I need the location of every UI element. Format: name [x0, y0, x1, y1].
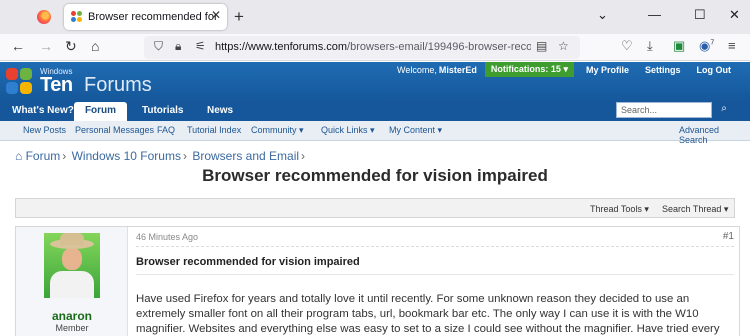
tenforums-logo[interactable]: Windows Ten Forums: [4, 64, 164, 102]
divider: [136, 274, 734, 275]
post-title: Browser recommended for vision impaired: [136, 256, 360, 268]
post-author-role: Member: [55, 323, 89, 333]
downloads-icon[interactable]: ⤓: [647, 38, 653, 54]
welcome-text: Welcome,: [397, 64, 437, 75]
subnav-tutorial-index[interactable]: Tutorial Index: [187, 125, 241, 135]
tab-forum[interactable]: Forum: [74, 102, 127, 121]
reader-view-icon[interactable]: ▤: [536, 39, 547, 53]
breadcrumb-browsers-and-email[interactable]: Browsers and Email: [192, 149, 299, 163]
new-tab-icon[interactable]: +: [234, 7, 244, 27]
post-number-link[interactable]: #1: [723, 231, 734, 242]
close-tab-icon[interactable]: ✕: [211, 8, 221, 22]
url-text[interactable]: https://www.tenforums.com/browsers-email…: [215, 41, 531, 53]
browser-tab-active[interactable]: Browser recommended for visio ✕: [64, 4, 227, 30]
tab-news[interactable]: News: [207, 105, 233, 116]
advanced-search-link[interactable]: Advanced Search: [679, 125, 750, 145]
breadcrumb: ⌂ Forum › Windows 10 Forums › Browsers and…: [15, 149, 307, 163]
firefox-icon: [37, 10, 51, 24]
subnav-my-content[interactable]: My Content ▾: [389, 125, 442, 136]
back-icon[interactable]: ←: [11, 38, 25, 54]
search-thread-label: Search Thread: [662, 204, 722, 214]
tab-title: Browser recommended for visio: [88, 11, 216, 23]
search-icon[interactable]: ⌕: [715, 103, 733, 118]
user-bar: Welcome, MisterEd Notifications: 15 ▾ My…: [397, 62, 750, 77]
shield-icon[interactable]: ⛉: [154, 39, 163, 54]
subnav-personal-messages[interactable]: Personal Messages: [75, 125, 154, 135]
sub-navigation: New Posts Personal Messages FAQ Tutorial…: [0, 121, 750, 145]
thread-tools-label: Thread Tools: [590, 204, 642, 214]
address-bar[interactable]: ⛉ 🔒︎ ⚟ https://www.tenforums.com/browser…: [144, 36, 580, 59]
permissions-icon[interactable]: ⚟: [195, 39, 206, 53]
post-body-line: magnifier. Websites and everything else …: [136, 323, 720, 335]
thread-tools-bar: Thread Tools ▾ Search Thread ▾: [15, 198, 735, 218]
home-icon[interactable]: ⌂: [91, 38, 99, 54]
search-thread-menu[interactable]: Search Thread ▾: [662, 204, 728, 215]
search-input[interactable]: Search...: [616, 102, 712, 118]
logo-forums-text: Forums: [84, 74, 152, 96]
post-body-line: Have used Firefox for years and totally …: [136, 293, 690, 305]
post-body-line: extremely smaller font on all their prog…: [136, 308, 699, 320]
thread-tools-menu[interactable]: Thread Tools ▾: [590, 204, 649, 215]
subnav-community[interactable]: Community ▾: [251, 125, 304, 136]
extension-badge: 7: [710, 39, 715, 47]
post-author-panel: anaron Member: [16, 227, 128, 336]
browser-tab-bar: Browser recommended for visio ✕ + ⌄ — ☐ …: [0, 0, 750, 34]
thread-title: Browser recommended for vision impaired: [202, 166, 548, 185]
forward-icon[interactable]: →: [39, 38, 53, 54]
browser-toolbar: ← → ↻ ⌂ ⛉ 🔒︎ ⚟ https://www.tenforums.com…: [0, 34, 750, 61]
menu-icon[interactable]: ≡: [728, 38, 736, 53]
notifications-button[interactable]: Notifications: 15 ▾: [484, 62, 574, 77]
divider: [136, 246, 734, 247]
close-window-icon[interactable]: ✕: [729, 7, 740, 23]
pocket-icon[interactable]: ♡: [621, 38, 633, 54]
log-out-link[interactable]: Log Out: [697, 65, 732, 75]
chevron-right-icon: ›: [62, 149, 67, 163]
site-header: Windows Ten Forums Welcome, MisterEd Not…: [0, 62, 750, 102]
bookmark-star-icon[interactable]: ☆: [558, 39, 569, 53]
tenforums-favicon: [71, 11, 83, 23]
subnav-my-content-label: My Content: [389, 125, 436, 135]
post: anaron Member 46 Minutes Ago #1 Browser …: [15, 226, 740, 336]
post-author-name[interactable]: anaron: [16, 309, 128, 323]
avatar[interactable]: [44, 233, 100, 298]
username-link[interactable]: MisterEd: [439, 65, 477, 75]
home-icon[interactable]: ⌂: [15, 149, 22, 163]
reload-icon[interactable]: ↻: [65, 38, 77, 55]
lock-icon[interactable]: 🔒︎: [175, 39, 181, 54]
post-date: 46 Minutes Ago: [136, 232, 199, 242]
firefox-view-button[interactable]: [30, 4, 58, 30]
subnav-quick-links[interactable]: Quick Links ▾: [321, 125, 375, 136]
subnav-community-label: Community: [251, 125, 297, 135]
notifications-label: Notifications: 15: [490, 64, 561, 74]
subnav-new-posts[interactable]: New Posts: [23, 125, 66, 135]
chevron-down-icon: ▾: [370, 125, 375, 135]
list-all-tabs-icon[interactable]: ⌄: [597, 7, 608, 23]
chevron-down-icon: ▾: [437, 125, 443, 135]
tab-tutorials[interactable]: Tutorials: [142, 105, 183, 116]
chevron-right-icon: ›: [301, 149, 306, 163]
extension-icon[interactable]: ▣: [673, 38, 685, 54]
chevron-down-icon: ▾: [644, 204, 649, 214]
my-profile-link[interactable]: My Profile: [586, 65, 629, 75]
chevron-down-icon: ▾: [723, 204, 729, 214]
account-icon[interactable]: ◉7: [699, 38, 714, 54]
logo-ten-text: Ten: [40, 74, 73, 96]
chevron-down-icon: ▾: [299, 125, 304, 135]
post-body: Have used Firefox for years and totally …: [136, 292, 736, 336]
minimize-icon[interactable]: —: [648, 7, 661, 22]
chevron-down-icon: ▾: [563, 64, 568, 74]
chevron-right-icon: ›: [182, 149, 187, 163]
breadcrumb-forum[interactable]: Forum: [26, 149, 61, 163]
breadcrumb-windows-10-forums[interactable]: Windows 10 Forums: [72, 149, 181, 163]
windows-flag-icon: [6, 68, 34, 96]
maximize-icon[interactable]: ☐: [694, 7, 706, 23]
settings-link[interactable]: Settings: [645, 65, 681, 75]
tab-whats-new[interactable]: What's New?: [12, 105, 74, 116]
subnav-faq[interactable]: FAQ: [157, 125, 175, 135]
subnav-quick-links-label: Quick Links: [321, 125, 368, 135]
